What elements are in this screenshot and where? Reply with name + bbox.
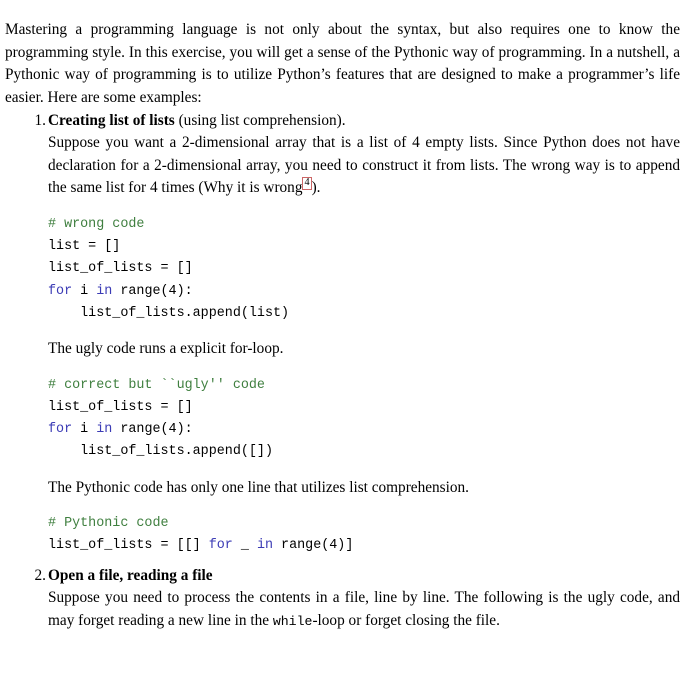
list-item-1-heading: Creating list of lists (using list compr… (48, 110, 652, 132)
intro-paragraph: Mastering a programming language is not … (5, 21, 680, 106)
list-item-1-title-suffix: (using list comprehension). (174, 112, 346, 129)
code-keyword-for: for (48, 283, 73, 299)
code-line: list_of_lists = [[] (48, 538, 209, 554)
code-comment: # correct but ``ugly'' code (48, 377, 265, 393)
code-line: list_of_lists = [] (48, 261, 193, 277)
list-item-2-body-part2: -loop or forget closing the file. (312, 611, 500, 629)
document-page: Mastering a programming language is not … (0, 0, 700, 689)
list-item-2-heading: Open a file, reading a file (48, 565, 652, 587)
list-item-2-body: Suppose you need to process the contents… (48, 587, 680, 633)
code-keyword-in: in (96, 422, 113, 438)
code-keyword-for: for (208, 538, 233, 554)
code-comment: # wrong code (48, 216, 145, 232)
paragraph-pythonic-code: The Pythonic code has only one line that… (48, 478, 470, 496)
code-keyword-for: for (48, 422, 73, 438)
code-line: range(4): (112, 422, 193, 438)
code-line: list_of_lists = [] (48, 399, 193, 415)
code-line: list_of_lists.append([]) (48, 444, 273, 460)
list-item-2-number: 2. (34, 566, 46, 584)
list-item-1-number: 1. (34, 112, 46, 129)
code-line: range(4)] (273, 538, 354, 554)
list-item-1-title: Creating list of lists (48, 112, 175, 129)
code-block-pythonic: # Pythonic code list_of_lists = [[] for … (48, 513, 652, 558)
code-keyword-in: in (256, 538, 274, 554)
code-line: i (72, 422, 97, 438)
inline-code-while: while (272, 613, 313, 629)
enumerated-list: 1. Creating list of lists (using list co… (0, 110, 700, 633)
list-item-2: 2. Open a file, reading a file Suppose y… (0, 565, 680, 633)
code-line: i (72, 283, 97, 299)
code-line: list_of_lists.append(list) (48, 305, 290, 321)
code-keyword-in: in (96, 283, 113, 299)
list-item-2-title: Open a file, reading a file (48, 566, 213, 584)
code-comment: # Pythonic code (48, 516, 169, 532)
list-item-1-body-text: Suppose you want a 2-dimensional array t… (48, 134, 680, 197)
code-line: list = [] (48, 238, 121, 254)
list-item-1-body: Suppose you want a 2-dimensional array t… (48, 132, 680, 199)
code-line: range(4): (112, 283, 193, 299)
footnote-marker-link[interactable]: 4 (302, 177, 312, 191)
code-block-correct-ugly: # correct but ``ugly'' code list_of_list… (48, 375, 652, 464)
list-item-1-body-tail: ). (311, 179, 321, 197)
paragraph-ugly-code: The ugly code runs a explicit for-loop. (48, 340, 284, 358)
code-line: _ (232, 538, 257, 554)
list-item-1: 1. Creating list of lists (using list co… (0, 110, 680, 558)
code-block-wrong: # wrong code list = [] list_of_lists = [… (48, 214, 652, 325)
